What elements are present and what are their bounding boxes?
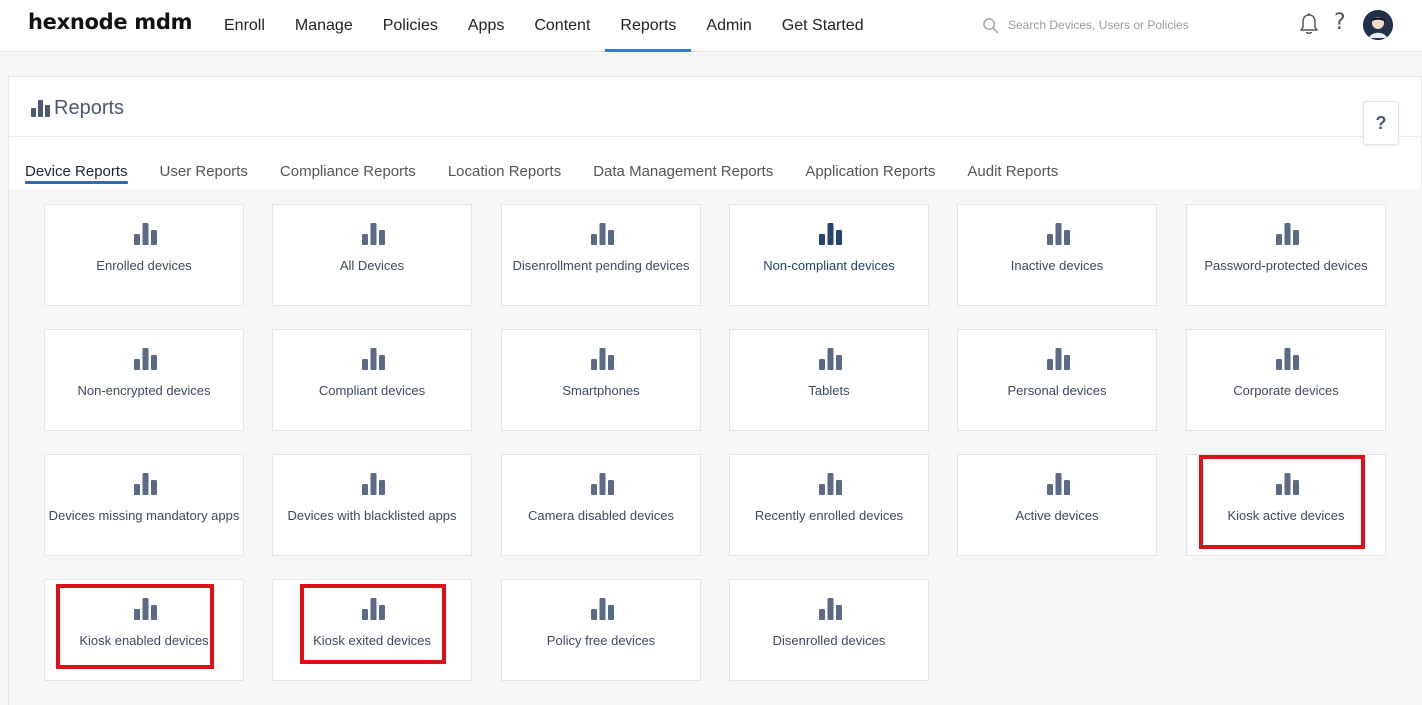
report-card-label: Corporate devices: [1233, 383, 1339, 398]
bar-chart-icon: [1047, 348, 1070, 370]
bar-chart-icon: [134, 348, 157, 370]
report-card-label: Recently enrolled devices: [754, 508, 904, 523]
report-card-label: Smartphones: [562, 383, 640, 398]
report-card-grid: Enrolled devices All Devices Disenrollment…: [9, 189, 1422, 705]
help-button[interactable]: ?: [1363, 101, 1399, 145]
bar-chart-icon: [819, 598, 842, 620]
main-nav: Enroll Manage Policies Apps Content Repo…: [209, 0, 879, 52]
report-card-label: Kiosk enabled devices: [79, 633, 209, 648]
tab-user-reports[interactable]: User Reports: [160, 163, 248, 184]
bar-chart-icon: [362, 598, 385, 620]
hexnode-logo[interactable]: hexnode mdm: [28, 10, 193, 34]
bar-chart-icon: [819, 223, 842, 245]
report-card-camera-disabled-devices[interactable]: Camera disabled devices: [501, 454, 701, 556]
nav-enroll[interactable]: Enroll: [209, 0, 280, 52]
report-card-label: Kiosk exited devices: [313, 633, 431, 648]
bar-chart-icon: [134, 223, 157, 245]
report-card-label: Tablets: [808, 383, 850, 398]
report-card-inactive-devices[interactable]: Inactive devices: [957, 204, 1157, 306]
bar-chart-icon: [362, 473, 385, 495]
report-card-kiosk-enabled-devices[interactable]: Kiosk enabled devices: [44, 579, 244, 681]
global-search: [982, 14, 1262, 36]
report-card-tablets[interactable]: Tablets: [729, 329, 929, 431]
nav-get-started[interactable]: Get Started: [767, 0, 879, 52]
bar-chart-icon: [1047, 223, 1070, 245]
report-card-label: Password-protected devices: [1204, 258, 1368, 273]
tab-data-management-reports[interactable]: Data Management Reports: [593, 163, 773, 184]
bar-chart-icon: [1276, 348, 1299, 370]
report-card-label: Devices with blacklisted apps: [287, 508, 457, 523]
report-card-kiosk-active-devices[interactable]: Kiosk active devices: [1186, 454, 1386, 556]
report-card-non-encrypted-devices[interactable]: Non-encrypted devices: [44, 329, 244, 431]
report-card-password-protected-devices[interactable]: Password-protected devices: [1186, 204, 1386, 306]
bar-chart-icon: [362, 223, 385, 245]
nav-content[interactable]: Content: [519, 0, 605, 52]
reports-panel: Reports ? Device Reports User Reports Co…: [8, 76, 1422, 705]
report-card-label: Personal devices: [1007, 383, 1107, 398]
bar-chart-icon: [819, 473, 842, 495]
report-card-label: Camera disabled devices: [528, 508, 674, 523]
report-card-personal-devices[interactable]: Personal devices: [957, 329, 1157, 431]
report-card-disenrolled-devices[interactable]: Disenrolled devices: [729, 579, 929, 681]
report-card-label: Enrolled devices: [96, 258, 192, 273]
search-icon: [983, 17, 999, 33]
bar-chart-icon: [362, 348, 385, 370]
bar-chart-icon: [1276, 473, 1299, 495]
top-navigation-bar: hexnode mdm Enroll Manage Policies Apps …: [0, 0, 1422, 52]
report-card-label: Compliant devices: [318, 383, 426, 398]
report-card-label: Devices missing mandatory apps: [48, 508, 240, 523]
report-card-non-compliant-devices[interactable]: Non-compliant devices: [729, 204, 929, 306]
report-card-enrolled-devices[interactable]: Enrolled devices: [44, 204, 244, 306]
page-title: Reports: [54, 97, 125, 119]
report-card-disenrollment-pending-devices[interactable]: Disenrollment pending devices: [501, 204, 701, 306]
bar-chart-icon: [591, 348, 614, 370]
notification-bell-icon[interactable]: [1298, 12, 1320, 36]
report-card-recently-enrolled-devices[interactable]: Recently enrolled devices: [729, 454, 929, 556]
tab-audit-reports[interactable]: Audit Reports: [967, 163, 1058, 184]
report-card-corporate-devices[interactable]: Corporate devices: [1186, 329, 1386, 431]
report-card-devices-with-blacklisted-apps[interactable]: Devices with blacklisted apps: [272, 454, 472, 556]
bar-chart-icon: [1276, 223, 1299, 245]
bar-chart-icon: [819, 348, 842, 370]
tab-application-reports[interactable]: Application Reports: [805, 163, 935, 184]
bar-chart-icon: [591, 598, 614, 620]
report-card-label: Disenrolled devices: [772, 633, 886, 648]
report-card-label: Disenrollment pending devices: [512, 258, 690, 273]
search-input[interactable]: [1008, 18, 1258, 32]
nav-reports[interactable]: Reports: [605, 0, 692, 52]
report-card-active-devices[interactable]: Active devices: [957, 454, 1157, 556]
report-card-devices-missing-mandatory-apps[interactable]: Devices missing mandatory apps: [44, 454, 244, 556]
bar-chart-icon: [134, 473, 157, 495]
help-icon[interactable]: ?: [1334, 10, 1346, 35]
report-card-smartphones[interactable]: Smartphones: [501, 329, 701, 431]
bar-chart-icon: [1047, 473, 1070, 495]
bar-chart-icon: [31, 100, 50, 117]
nav-apps[interactable]: Apps: [453, 0, 519, 52]
tab-location-reports[interactable]: Location Reports: [448, 163, 561, 184]
avatar-icon: [1363, 10, 1393, 40]
report-tabs: Device Reports User Reports Compliance R…: [25, 163, 1090, 184]
user-avatar[interactable]: [1363, 10, 1393, 40]
report-card-label: Kiosk active devices: [1227, 508, 1345, 523]
bar-chart-icon: [591, 473, 614, 495]
report-card-compliant-devices[interactable]: Compliant devices: [272, 329, 472, 431]
report-card-label: Non-compliant devices: [763, 258, 895, 273]
panel-header: Reports: [9, 77, 1422, 137]
nav-admin[interactable]: Admin: [691, 0, 766, 52]
report-card-label: Policy free devices: [546, 633, 656, 648]
report-card-kiosk-exited-devices[interactable]: Kiosk exited devices: [272, 579, 472, 681]
report-card-label: Inactive devices: [1010, 258, 1104, 273]
report-card-label: Non-encrypted devices: [77, 383, 211, 398]
report-card-all-devices[interactable]: All Devices: [272, 204, 472, 306]
report-card-policy-free-devices[interactable]: Policy free devices: [501, 579, 701, 681]
report-card-label: All Devices: [339, 258, 405, 273]
bar-chart-icon: [134, 598, 157, 620]
tab-compliance-reports[interactable]: Compliance Reports: [280, 163, 416, 184]
nav-policies[interactable]: Policies: [368, 0, 453, 52]
report-card-label: Active devices: [1015, 508, 1099, 523]
tab-device-reports[interactable]: Device Reports: [25, 163, 128, 184]
nav-manage[interactable]: Manage: [280, 0, 368, 52]
bar-chart-icon: [591, 223, 614, 245]
